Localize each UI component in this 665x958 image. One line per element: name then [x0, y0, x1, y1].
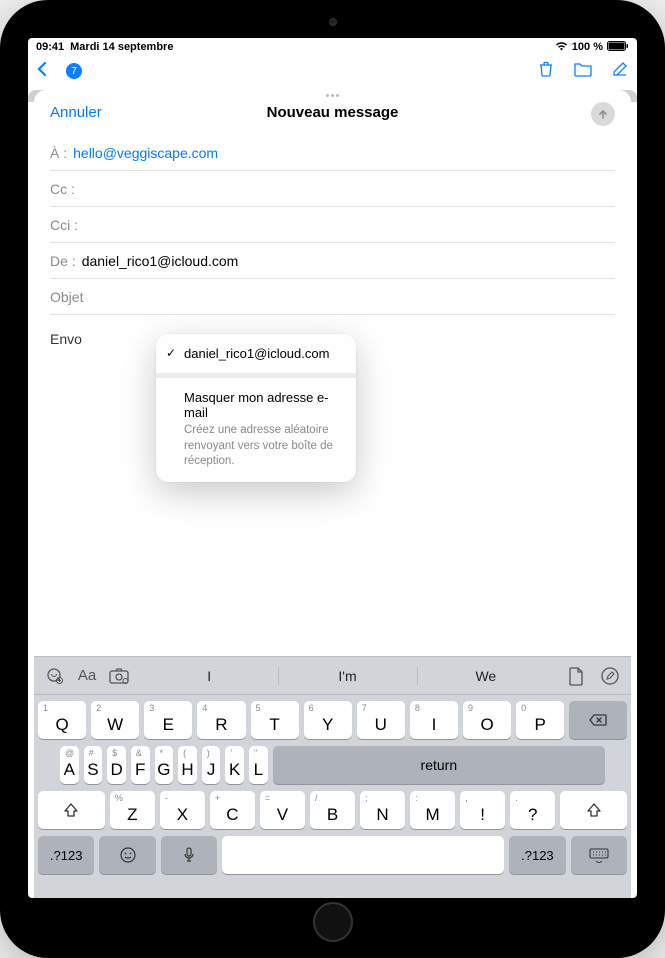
back-icon[interactable]: [36, 61, 48, 82]
status-left: 09:41 Mardi 14 septembre: [36, 41, 173, 53]
battery-icon: [607, 41, 629, 54]
dictation-key[interactable]: [161, 836, 217, 874]
compose-icon[interactable]: [611, 60, 629, 83]
key-n[interactable]: N;: [360, 791, 405, 829]
cc-field-row[interactable]: Cc :: [50, 171, 615, 207]
key-r[interactable]: R4: [197, 701, 245, 739]
cc-label: Cc :: [50, 181, 75, 197]
key-![interactable]: !,: [460, 791, 505, 829]
suggestion-2[interactable]: I'm: [278, 659, 416, 693]
hide-email-title: Masquer mon adresse e-mail: [184, 390, 342, 420]
cancel-button[interactable]: Annuler: [50, 104, 102, 121]
space-key[interactable]: [222, 836, 504, 874]
keyboard-toolbar: Aa I I'm We: [34, 657, 631, 695]
suggestions-bar: I I'm We: [140, 659, 555, 693]
key-f[interactable]: F&: [131, 746, 150, 784]
home-button[interactable]: [313, 902, 353, 942]
arrow-up-icon: [597, 108, 609, 120]
key-v[interactable]: V=: [260, 791, 305, 829]
key-p[interactable]: P0: [516, 701, 564, 739]
key-w[interactable]: W2: [91, 701, 139, 739]
ipad-device-frame: 09:41 Mardi 14 septembre 100 % 7: [0, 0, 665, 958]
camera-scan-icon[interactable]: [108, 665, 130, 687]
key-c[interactable]: C+: [210, 791, 255, 829]
key-j[interactable]: J): [202, 746, 221, 784]
trash-icon[interactable]: [537, 60, 555, 83]
hide-my-email-option[interactable]: Masquer mon adresse e-mail Créez une adr…: [156, 378, 356, 482]
key-x[interactable]: X-: [160, 791, 205, 829]
key-i[interactable]: I8: [410, 701, 458, 739]
unread-badge-icon: 7: [66, 63, 82, 79]
compose-header: Annuler Nouveau message: [34, 90, 631, 135]
shift-key-left[interactable]: [38, 791, 105, 829]
battery-text: 100 %: [572, 41, 603, 53]
mail-navbar: 7: [28, 56, 637, 86]
key-k[interactable]: K': [225, 746, 244, 784]
key-g[interactable]: G*: [155, 746, 174, 784]
from-address-popover: daniel_rico1@icloud.com Masquer mon adre…: [156, 334, 356, 482]
shift-key-right[interactable]: [560, 791, 627, 829]
to-value[interactable]: hello@veggiscape.com: [73, 145, 615, 161]
emoji-key[interactable]: [99, 836, 155, 874]
subject-label: Objet: [50, 289, 83, 305]
hide-keyboard-key[interactable]: [571, 836, 627, 874]
from-field-row[interactable]: De : daniel_rico1@icloud.com: [50, 243, 615, 279]
markup-icon[interactable]: [599, 665, 621, 687]
from-value[interactable]: daniel_rico1@icloud.com: [82, 253, 615, 269]
key-l[interactable]: L": [249, 746, 268, 784]
key-z[interactable]: Z%: [110, 791, 155, 829]
numlock-key-right[interactable]: .?123: [509, 836, 565, 874]
key-m[interactable]: M:: [410, 791, 455, 829]
bcc-field-row[interactable]: Cci :: [50, 207, 615, 243]
key-q[interactable]: Q1: [38, 701, 86, 739]
software-keyboard: Aa I I'm We Q1W2E3R4T5Y6U7I8O9P0: [34, 656, 631, 898]
key-y[interactable]: Y6: [304, 701, 352, 739]
key-u[interactable]: U7: [357, 701, 405, 739]
backspace-key[interactable]: [569, 701, 627, 739]
suggestion-3[interactable]: We: [417, 659, 555, 693]
compose-fields: À : hello@veggiscape.com Cc : Cci : De :…: [34, 135, 631, 315]
suggestion-1[interactable]: I: [140, 659, 278, 693]
document-icon[interactable]: [565, 665, 587, 687]
key-h[interactable]: H(: [178, 746, 197, 784]
numlock-key-left[interactable]: .?123: [38, 836, 94, 874]
body-text: Envo: [50, 331, 82, 347]
status-bar: 09:41 Mardi 14 septembre 100 %: [28, 38, 637, 56]
compose-sheet: Annuler Nouveau message À : hello@veggis…: [34, 90, 631, 898]
status-time: 09:41: [36, 41, 64, 53]
text-format-icon[interactable]: Aa: [76, 665, 98, 687]
key-b[interactable]: B/: [310, 791, 355, 829]
key-s[interactable]: S#: [84, 746, 103, 784]
folder-icon[interactable]: [573, 61, 593, 82]
from-option-selected[interactable]: daniel_rico1@icloud.com: [156, 334, 356, 373]
subject-field-row[interactable]: Objet: [50, 279, 615, 315]
compose-title: Nouveau message: [267, 104, 399, 121]
status-date: Mardi 14 septembre: [70, 41, 173, 53]
key-t[interactable]: T5: [251, 701, 299, 739]
key-?[interactable]: ?.: [510, 791, 555, 829]
front-camera: [329, 18, 337, 26]
from-option-label: daniel_rico1@icloud.com: [184, 346, 342, 361]
key-rows: Q1W2E3R4T5Y6U7I8O9P0 A@S#D$F&G*H(J)K'L" …: [34, 695, 631, 898]
emoji-search-icon[interactable]: [44, 665, 66, 687]
key-o[interactable]: O9: [463, 701, 511, 739]
wifi-icon: [555, 41, 568, 54]
key-d[interactable]: D$: [107, 746, 126, 784]
key-a[interactable]: A@: [60, 746, 79, 784]
hide-email-subtitle: Créez une adresse aléatoire renvoyant ve…: [184, 423, 342, 470]
to-field-row[interactable]: À : hello@veggiscape.com: [50, 135, 615, 171]
to-label: À :: [50, 145, 67, 161]
send-button[interactable]: [591, 102, 615, 126]
return-key[interactable]: return: [273, 746, 605, 784]
screen: 09:41 Mardi 14 septembre 100 % 7: [28, 38, 637, 898]
from-label: De :: [50, 253, 76, 269]
status-right: 100 %: [555, 41, 629, 54]
key-e[interactable]: E3: [144, 701, 192, 739]
bcc-label: Cci :: [50, 217, 78, 233]
